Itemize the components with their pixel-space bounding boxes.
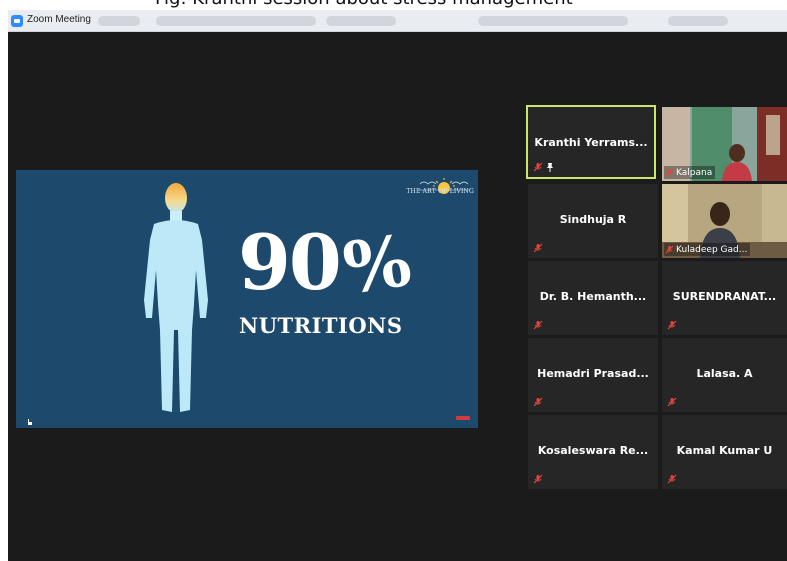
pin-icon bbox=[547, 163, 553, 172]
participant-name: Kalpana bbox=[676, 167, 713, 178]
microphone-muted-icon bbox=[533, 162, 543, 172]
microphone-muted-icon bbox=[665, 168, 674, 177]
participant-name: Kamal Kumar U bbox=[676, 444, 773, 457]
zoom-app-icon bbox=[11, 15, 23, 27]
participant-name: Kranthi Yerrams... bbox=[534, 136, 648, 149]
participant-name: Hemadri Prasad... bbox=[537, 367, 649, 380]
participant-label: Kalpana bbox=[664, 166, 716, 179]
blurred-tab-3 bbox=[326, 16, 396, 26]
participant-tile-active-speaker[interactable]: Kranthi Yerrams... bbox=[526, 105, 656, 179]
slide-red-marker bbox=[456, 416, 470, 420]
window-titlebar[interactable]: Zoom Meeting bbox=[8, 10, 787, 32]
microphone-muted-icon bbox=[667, 474, 677, 484]
slide-percentage: 90% bbox=[238, 219, 414, 310]
blurred-tab-4 bbox=[478, 16, 628, 26]
participant-tile-kamal[interactable]: Kamal Kumar U bbox=[662, 415, 787, 489]
microphone-muted-icon bbox=[533, 397, 543, 407]
participant-tile-kosaleswara[interactable]: Kosaleswara Re... bbox=[528, 415, 658, 489]
slide-subtitle: NUTRITIONS bbox=[239, 313, 403, 338]
figure-caption: Fig: Kranthi session about stress manage… bbox=[0, 0, 787, 10]
window-title: Zoom Meeting bbox=[27, 14, 91, 25]
microphone-muted-icon bbox=[533, 320, 543, 330]
participant-tile-lalasa[interactable]: Lalasa. A bbox=[662, 338, 787, 412]
microphone-muted-icon bbox=[665, 245, 674, 254]
participant-name: Kuladeep Gad... bbox=[676, 244, 748, 255]
participant-name: SURENDRANAT... bbox=[672, 290, 777, 303]
participant-tile-sindhuja[interactable]: Sindhuja R bbox=[528, 184, 658, 258]
participant-name: Dr. B. Hemanth... bbox=[539, 290, 647, 303]
participant-name: Sindhuja R bbox=[559, 213, 627, 226]
participant-tile-hemanth[interactable]: Dr. B. Hemanth... bbox=[528, 261, 658, 335]
participant-name: Kosaleswara Re... bbox=[537, 444, 649, 457]
logo-text: THE ART OF LIVING bbox=[406, 188, 474, 195]
screenshot: Fig: Kranthi session about stress manage… bbox=[0, 0, 787, 561]
shared-screen-slide: THE ART OF LIVING 90% NUTRITIONS bbox=[16, 170, 478, 428]
participant-tile-kalpana-video[interactable]: Kalpana bbox=[662, 107, 787, 181]
microphone-muted-icon bbox=[667, 320, 677, 330]
microphone-muted-icon bbox=[533, 243, 543, 253]
participant-tile-surendranat[interactable]: SURENDRANAT... bbox=[662, 261, 787, 335]
human-body-figure bbox=[144, 183, 208, 412]
blurred-tab-2 bbox=[156, 16, 316, 26]
participant-label: Kuladeep Gad... bbox=[664, 243, 751, 256]
blurred-tab-5 bbox=[668, 16, 728, 26]
blurred-tab-1 bbox=[98, 16, 140, 26]
microphone-muted-icon bbox=[533, 474, 543, 484]
caption-text: Fig: Kranthi session about stress manage… bbox=[155, 0, 573, 9]
big-number: 90 bbox=[238, 218, 342, 307]
microphone-muted-icon bbox=[667, 397, 677, 407]
participant-name: Lalasa. A bbox=[696, 367, 753, 380]
hand-cursor-icon bbox=[28, 419, 32, 425]
participant-tile-hemadri[interactable]: Hemadri Prasad... bbox=[528, 338, 658, 412]
participant-tile-kuladeep-video[interactable]: Kuladeep Gad... bbox=[662, 184, 787, 258]
percent-sign: % bbox=[338, 218, 414, 311]
